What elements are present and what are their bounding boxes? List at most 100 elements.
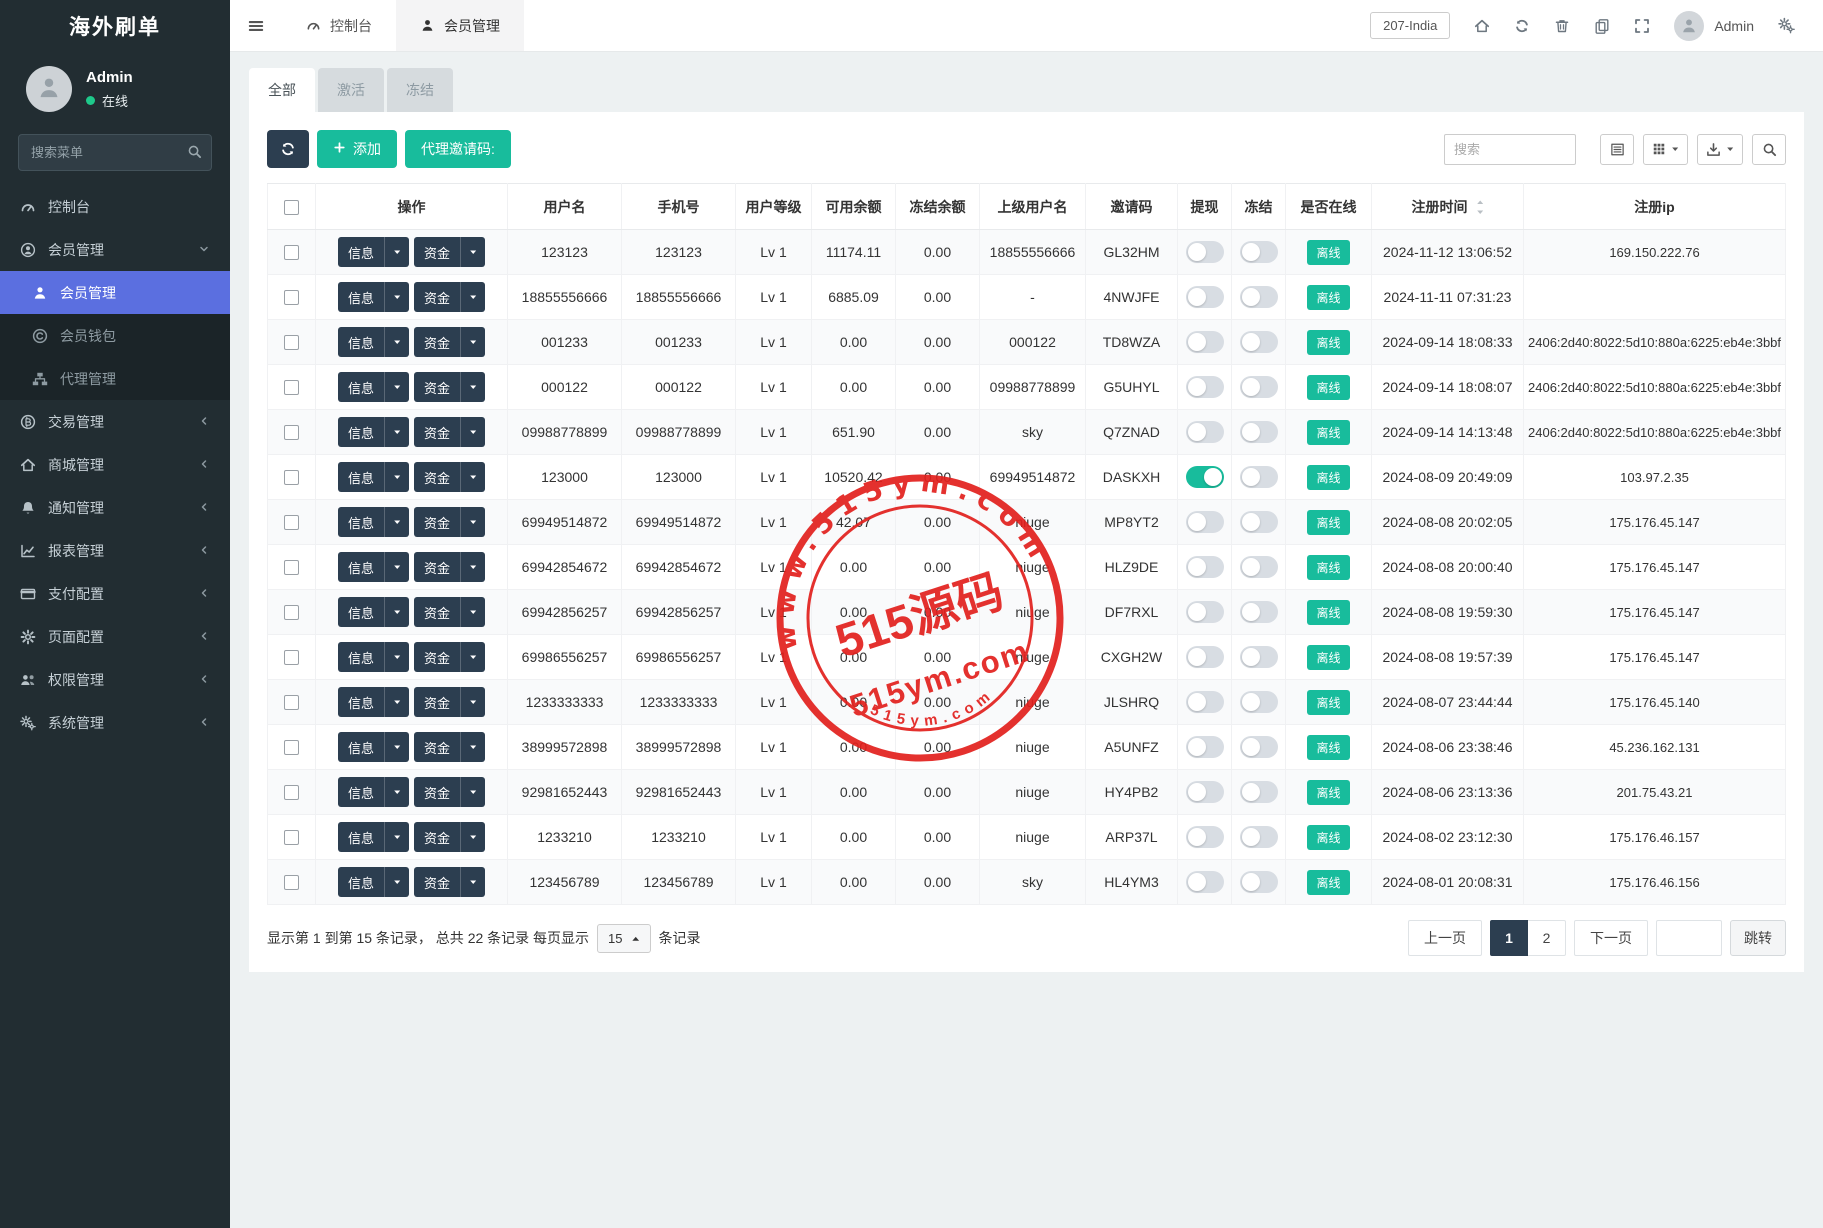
fund-dropdown-button[interactable]: 资金 [414, 732, 486, 762]
sidebar-search-input[interactable] [18, 134, 212, 171]
fund-dropdown-button[interactable]: 资金 [414, 462, 486, 492]
per-page-select[interactable]: 15 [597, 923, 651, 953]
fund-dropdown-button[interactable]: 资金 [414, 237, 486, 267]
row-checkbox[interactable] [284, 605, 299, 621]
withdraw-toggle[interactable] [1185, 556, 1224, 578]
withdraw-toggle[interactable] [1185, 286, 1224, 308]
page-button-1[interactable]: 1 [1490, 920, 1528, 956]
info-dropdown-button[interactable]: 信息 [337, 642, 409, 672]
info-dropdown-button[interactable]: 信息 [337, 372, 409, 402]
table-search-input[interactable] [1444, 133, 1576, 165]
trash-icon[interactable] [1554, 18, 1570, 34]
freeze-toggle[interactable] [1239, 286, 1278, 308]
copy-icon[interactable] [1594, 18, 1610, 34]
sidebar-item-12[interactable]: 系统管理 [0, 701, 230, 744]
info-dropdown-button[interactable]: 信息 [337, 597, 409, 627]
expand-icon[interactable] [1634, 18, 1650, 34]
withdraw-toggle[interactable] [1185, 376, 1224, 398]
row-checkbox[interactable] [284, 290, 299, 306]
sidebar-item-7[interactable]: 通知管理 [0, 486, 230, 529]
withdraw-toggle[interactable] [1185, 331, 1224, 353]
freeze-toggle[interactable] [1239, 736, 1278, 758]
next-page-button[interactable]: 下一页 [1574, 920, 1648, 956]
fund-dropdown-button[interactable]: 资金 [414, 822, 486, 852]
row-checkbox[interactable] [284, 335, 299, 351]
add-button[interactable]: 添加 [317, 130, 397, 168]
freeze-toggle[interactable] [1239, 646, 1278, 668]
withdraw-toggle[interactable] [1185, 646, 1224, 668]
fund-dropdown-button[interactable]: 资金 [414, 597, 486, 627]
withdraw-toggle[interactable] [1185, 736, 1224, 758]
settings-cogs-icon[interactable] [1778, 17, 1795, 34]
navbar-user[interactable]: Admin [1674, 10, 1754, 41]
refresh-icon[interactable] [1514, 18, 1530, 34]
sidebar-item-9[interactable]: 支付配置 [0, 572, 230, 615]
freeze-toggle[interactable] [1239, 376, 1278, 398]
home-icon[interactable] [1474, 18, 1490, 34]
jump-button[interactable]: 跳转 [1730, 920, 1786, 956]
jump-page-input[interactable] [1656, 920, 1722, 956]
info-dropdown-button[interactable]: 信息 [337, 282, 409, 312]
fund-dropdown-button[interactable]: 资金 [414, 417, 486, 447]
toggle-view-button[interactable] [1600, 133, 1634, 165]
sidebar-item-0[interactable]: 控制台 [0, 185, 230, 228]
sidebar-item-10[interactable]: 页面配置 [0, 615, 230, 658]
fund-dropdown-button[interactable]: 资金 [414, 327, 486, 357]
row-checkbox[interactable] [284, 650, 299, 666]
column-header[interactable]: 注册时间 [1371, 183, 1524, 230]
fund-dropdown-button[interactable]: 资金 [414, 642, 486, 672]
freeze-toggle[interactable] [1239, 781, 1278, 803]
sidebar-item-sub-2[interactable]: 会员管理 [0, 271, 230, 314]
info-dropdown-button[interactable]: 信息 [337, 822, 409, 852]
withdraw-toggle[interactable] [1185, 691, 1224, 713]
freeze-toggle[interactable] [1239, 691, 1278, 713]
filter-tab-0[interactable]: 全部 [249, 68, 315, 112]
row-checkbox[interactable] [284, 875, 299, 891]
nav-tab-1[interactable]: 会员管理 [396, 0, 524, 51]
row-checkbox[interactable] [284, 470, 299, 486]
fund-dropdown-button[interactable]: 资金 [414, 282, 486, 312]
fund-dropdown-button[interactable]: 资金 [414, 777, 486, 807]
filter-tab-1[interactable]: 激活 [318, 68, 384, 112]
withdraw-toggle[interactable] [1185, 781, 1224, 803]
withdraw-toggle[interactable] [1185, 871, 1224, 893]
row-checkbox[interactable] [284, 425, 299, 441]
export-button[interactable] [1697, 133, 1743, 165]
withdraw-toggle[interactable] [1185, 466, 1224, 488]
withdraw-toggle[interactable] [1185, 421, 1224, 443]
sidebar-item-8[interactable]: 报表管理 [0, 529, 230, 572]
fund-dropdown-button[interactable]: 资金 [414, 372, 486, 402]
row-checkbox[interactable] [284, 245, 299, 261]
freeze-toggle[interactable] [1239, 826, 1278, 848]
agent-invite-code-button[interactable]: 代理邀请码: [405, 130, 511, 168]
info-dropdown-button[interactable]: 信息 [337, 732, 409, 762]
row-checkbox[interactable] [284, 515, 299, 531]
page-button-2[interactable]: 2 [1528, 920, 1566, 956]
fund-dropdown-button[interactable]: 资金 [414, 552, 486, 582]
sidebar-item-1[interactable]: 会员管理 [0, 228, 230, 271]
info-dropdown-button[interactable]: 信息 [337, 417, 409, 447]
info-dropdown-button[interactable]: 信息 [337, 507, 409, 537]
sidebar-item-sub-3[interactable]: 会员钱包 [0, 314, 230, 357]
search-button[interactable] [1752, 133, 1786, 165]
withdraw-toggle[interactable] [1185, 241, 1224, 263]
freeze-toggle[interactable] [1239, 601, 1278, 623]
freeze-toggle[interactable] [1239, 871, 1278, 893]
nav-tab-0[interactable]: 控制台 [282, 0, 396, 51]
freeze-toggle[interactable] [1239, 511, 1278, 533]
row-checkbox[interactable] [284, 830, 299, 846]
withdraw-toggle[interactable] [1185, 601, 1224, 623]
freeze-toggle[interactable] [1239, 241, 1278, 263]
refresh-button[interactable] [267, 130, 309, 168]
filter-tab-2[interactable]: 冻结 [387, 68, 453, 112]
withdraw-toggle[interactable] [1185, 511, 1224, 533]
row-checkbox[interactable] [284, 695, 299, 711]
info-dropdown-button[interactable]: 信息 [337, 687, 409, 717]
freeze-toggle[interactable] [1239, 466, 1278, 488]
freeze-toggle[interactable] [1239, 421, 1278, 443]
hamburger-menu-icon[interactable] [230, 0, 282, 51]
select-all-checkbox[interactable] [284, 199, 299, 215]
row-checkbox[interactable] [284, 380, 299, 396]
freeze-toggle[interactable] [1239, 331, 1278, 353]
sidebar-item-sub-4[interactable]: 代理管理 [0, 357, 230, 400]
